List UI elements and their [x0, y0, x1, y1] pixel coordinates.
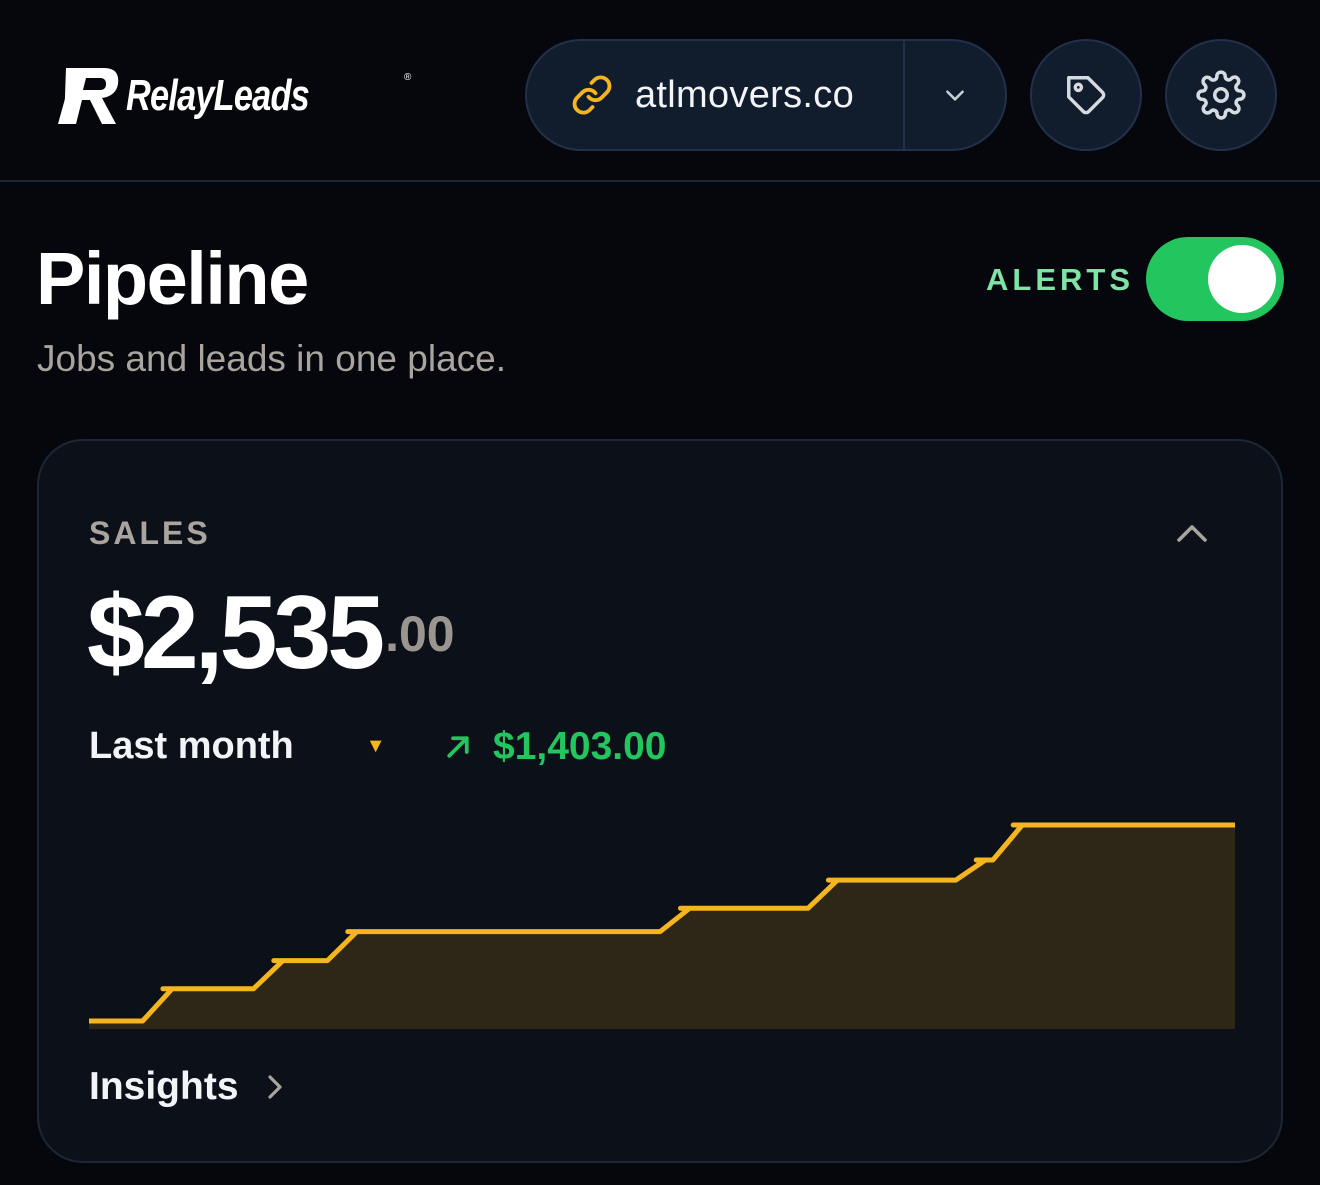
period-select[interactable]: Last month ▼	[89, 725, 386, 768]
chevron-right-icon	[267, 1075, 282, 1099]
delta-value: $1,403.00	[493, 725, 667, 768]
sales-amount-cents: .00	[385, 606, 455, 662]
period-label: Last month	[89, 725, 294, 767]
link-icon	[572, 75, 612, 115]
domain-current[interactable]: atlmovers.co	[527, 41, 905, 149]
caret-down-icon: ▼	[365, 735, 386, 757]
alerts-label: ALERTS	[986, 262, 1134, 297]
top-bar: RelayLeads ® atlmovers.co	[0, 0, 1320, 182]
toggle-knob	[1208, 245, 1276, 313]
domain-selector[interactable]: atlmovers.co	[525, 39, 1007, 151]
page-subtitle: Jobs and leads in one place.	[37, 338, 507, 379]
tags-button[interactable]	[1030, 39, 1142, 151]
sales-label: SALES	[89, 515, 211, 551]
brand-name: RelayLeads	[126, 71, 310, 120]
sales-amount-main: $2,535	[87, 575, 385, 691]
settings-button[interactable]	[1165, 39, 1277, 151]
insights-link[interactable]: Insights	[89, 1065, 285, 1109]
arrow-up-right-icon	[447, 736, 469, 758]
insights-label: Insights	[89, 1065, 239, 1108]
brand-logo[interactable]: RelayLeads ®	[58, 66, 411, 126]
chevron-down-icon	[946, 90, 964, 101]
sales-chart	[89, 822, 1235, 1029]
domain-name: atlmovers.co	[635, 73, 855, 116]
sales-delta: $1,403.00	[443, 725, 667, 769]
alerts-toggle[interactable]	[1146, 237, 1284, 321]
chevron-up-icon	[1177, 525, 1207, 542]
registered-mark: ®	[404, 72, 412, 83]
page-title: Pipeline	[36, 237, 309, 320]
gear-icon	[1196, 70, 1246, 120]
tag-icon	[1067, 76, 1106, 115]
sales-card: SALES $2,535 .00 Last month ▼ $1,403.00 …	[37, 439, 1283, 1163]
sales-amount: $2,535 .00	[87, 581, 455, 685]
domain-dropdown-button[interactable]	[905, 41, 1005, 149]
collapse-button[interactable]	[1169, 513, 1215, 553]
relayleads-logo-mark	[58, 68, 119, 124]
